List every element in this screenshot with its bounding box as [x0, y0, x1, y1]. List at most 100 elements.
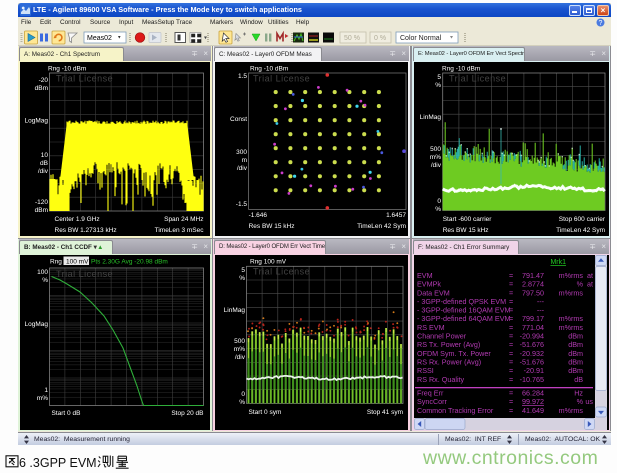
svg-text:Center 1.9 GHz: Center 1.9 GHz — [55, 216, 100, 223]
svg-text:66.284: 66.284 — [522, 389, 544, 398]
svg-text:?: ? — [599, 20, 603, 27]
svg-text:%: % — [577, 280, 584, 289]
svg-text:Trial License: Trial License — [56, 269, 113, 279]
svg-text:2.8774: 2.8774 — [522, 280, 544, 289]
svg-text:LogMag: LogMag — [25, 321, 49, 328]
svg-text:m%rms: m%rms — [559, 288, 584, 297]
svg-text:799.17: 799.17 — [522, 314, 544, 323]
svg-text:=: = — [509, 323, 513, 332]
svg-text:Pts 2.30G Avg -20.98 dBm: Pts 2.30G Avg -20.98 dBm — [91, 259, 168, 266]
svg-text:Res BW 1.27313 kHz: Res BW 1.27313 kHz — [55, 227, 117, 234]
svg-text:41.649: 41.649 — [522, 406, 544, 415]
svg-text:100: 100 — [37, 269, 48, 276]
svg-text:Res BW 15 kHz: Res BW 15 kHz — [249, 223, 295, 230]
svg-text:/div: /div — [431, 162, 442, 169]
svg-text:=: = — [509, 406, 513, 415]
svg-text:dBm: dBm — [568, 340, 583, 349]
svg-text:=: = — [509, 280, 513, 289]
svg-text:m%: m% — [234, 346, 245, 353]
svg-text:m%rms: m%rms — [559, 406, 584, 415]
svg-text:m%rms: m%rms — [559, 314, 584, 323]
svg-text:Meas02: Meas02 — [87, 35, 112, 42]
svg-text:%: % — [42, 277, 48, 284]
svg-text:RS Tx. Power (Avg): RS Tx. Power (Avg) — [417, 340, 480, 349]
svg-text:/div: /div — [237, 165, 248, 172]
svg-text:0 %: 0 % — [374, 35, 386, 42]
svg-text:Start 0 dB: Start 0 dB — [52, 410, 81, 417]
svg-text:m: m — [242, 157, 247, 164]
svg-text:us: us — [585, 397, 593, 406]
svg-text:Span 24 MHz: Span 24 MHz — [164, 216, 203, 223]
svg-text:---: --- — [537, 297, 545, 306]
svg-text:- 3GPP-defined 64QAM EVM: - 3GPP-defined 64QAM EVM — [417, 314, 510, 323]
svg-text:Rng -10 dBm: Rng -10 dBm — [442, 66, 480, 73]
svg-text:dB: dB — [40, 160, 48, 167]
svg-text:-1.5: -1.5 — [236, 201, 248, 208]
svg-text:=: = — [509, 340, 513, 349]
svg-text:500: 500 — [234, 338, 245, 345]
svg-text:m%: m% — [430, 154, 441, 161]
svg-text:Trial License: Trial License — [253, 267, 310, 277]
svg-text:100 mV: 100 mV — [66, 259, 89, 266]
svg-text:Start 0 sym: Start 0 sym — [249, 409, 282, 416]
svg-text:Common Tracking Error: Common Tracking Error — [417, 406, 494, 415]
svg-text:/div: /div — [38, 168, 49, 175]
svg-text:LinMag: LinMag — [420, 114, 442, 121]
svg-text:1: 1 — [44, 387, 48, 394]
svg-text:Mrk1: Mrk1 — [550, 259, 566, 266]
svg-text:dBm: dBm — [568, 358, 583, 367]
svg-text:6 .3GPP EVM: 6 .3GPP EVM — [19, 456, 97, 470]
svg-text:Stop 20 dB: Stop 20 dB — [171, 410, 203, 417]
svg-text:-1.646: -1.646 — [249, 212, 268, 219]
svg-text:-10.765: -10.765 — [520, 375, 544, 384]
svg-text:Const: Const — [230, 116, 247, 123]
svg-text:LogMag: LogMag — [25, 118, 49, 125]
svg-text:10: 10 — [41, 152, 49, 159]
svg-text:5: 5 — [437, 74, 441, 81]
svg-text:Rng 100 mV: Rng 100 mV — [250, 259, 287, 266]
svg-text:%: % — [239, 399, 245, 406]
svg-text:5: 5 — [241, 267, 245, 274]
svg-text:LinMag: LinMag — [224, 307, 246, 314]
svg-text:%: % — [435, 206, 441, 213]
svg-text:1.6457: 1.6457 — [386, 212, 406, 219]
svg-text:=: = — [509, 375, 513, 384]
svg-text:Stop 600 carrier: Stop 600 carrier — [559, 216, 606, 223]
svg-text:dB: dB — [574, 375, 583, 384]
svg-text:m%: m% — [37, 395, 48, 402]
svg-text:RS Rx. Quality: RS Rx. Quality — [417, 375, 465, 384]
svg-text:dBm: dBm — [35, 207, 48, 214]
svg-text:Hz: Hz — [574, 389, 583, 398]
svg-text:TimeLen 42 Sym: TimeLen 42 Sym — [556, 227, 605, 234]
svg-text:- 3GPP-defined QPSK EVM: - 3GPP-defined QPSK EVM — [417, 297, 506, 306]
svg-text:%: % — [239, 275, 245, 282]
svg-text:RS Rx. Power (Avg): RS Rx. Power (Avg) — [417, 358, 481, 367]
svg-text:RS EVM: RS EVM — [417, 323, 445, 332]
svg-text:-51.676: -51.676 — [520, 340, 544, 349]
svg-text:Freq Err: Freq Err — [417, 389, 444, 398]
svg-text:Rng -10 dBm: Rng -10 dBm — [250, 66, 288, 73]
svg-text:dBm: dBm — [35, 85, 48, 92]
svg-text:TimeLen 42 Sym: TimeLen 42 Sym — [357, 223, 406, 230]
svg-text:Start -600 carrier: Start -600 carrier — [443, 216, 493, 223]
svg-text:-51.676: -51.676 — [520, 358, 544, 367]
svg-text:m%rms: m%rms — [559, 323, 584, 332]
svg-text:Res BW 15 kHz: Res BW 15 kHz — [443, 227, 489, 234]
svg-text:Rng: Rng — [50, 259, 62, 266]
svg-text:0: 0 — [241, 391, 245, 398]
svg-text:Trial License: Trial License — [449, 74, 506, 84]
svg-text:=: = — [509, 314, 513, 323]
svg-text:-20: -20 — [39, 77, 49, 84]
svg-text:500: 500 — [430, 146, 441, 153]
svg-text:=: = — [509, 297, 513, 306]
svg-text:Trial License: Trial License — [253, 74, 310, 84]
svg-text:Color Normal: Color Normal — [400, 35, 442, 42]
svg-text:=: = — [509, 389, 513, 398]
svg-text:=: = — [509, 358, 513, 367]
svg-text:Trial License: Trial License — [56, 74, 113, 84]
svg-text:-120: -120 — [35, 199, 48, 206]
svg-text:1.5: 1.5 — [238, 73, 247, 80]
svg-text:Stop 41 sym: Stop 41 sym — [367, 409, 403, 416]
svg-text:TimeLen 3 mSec: TimeLen 3 mSec — [155, 227, 205, 234]
svg-text:50 %: 50 % — [344, 35, 360, 42]
